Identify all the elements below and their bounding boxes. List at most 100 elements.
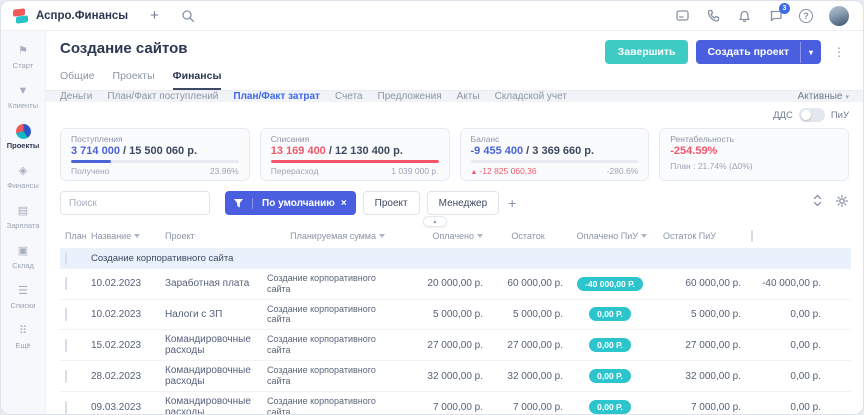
filter-chip-project[interactable]: Проект bbox=[363, 191, 420, 215]
help-icon[interactable]: ? bbox=[799, 9, 813, 23]
cell-project: Создание корпоративного сайта bbox=[262, 330, 390, 361]
table-row[interactable]: 09.03.2023 Командировочные расходы Созда… bbox=[60, 392, 851, 415]
subtab-warehouse[interactable]: Складской учет bbox=[495, 91, 567, 102]
column-header-project[interactable]: Проект bbox=[160, 224, 262, 249]
column-header-rest[interactable]: Остаток bbox=[488, 224, 568, 249]
funnel-icon bbox=[225, 198, 253, 209]
table-row[interactable]: 15.02.2023 Командировочные расходы Созда… bbox=[60, 330, 851, 361]
triangle-up-icon: ▲ bbox=[471, 169, 478, 176]
card-title: Баланс bbox=[471, 134, 639, 144]
cell-paid: 60 000,00 р. bbox=[488, 269, 568, 300]
sidebar-item-icon: ◈ bbox=[19, 164, 27, 179]
row-checkbox[interactable] bbox=[65, 401, 67, 414]
filter-chip-manager[interactable]: Менеджер bbox=[427, 191, 500, 215]
phone-icon[interactable] bbox=[706, 8, 721, 23]
cell-paid: 32 000,00 р. bbox=[488, 361, 568, 392]
card-value: -254.59% bbox=[670, 145, 717, 157]
card-total: / 3 369 660 р. bbox=[526, 145, 594, 157]
sidebar-item-label: Старт bbox=[13, 61, 33, 70]
group-row[interactable]: Создание корпоративного сайта bbox=[60, 249, 851, 269]
sidebar-item-stock[interactable]: ▣ Склад bbox=[2, 239, 45, 276]
collapse-table-button[interactable]: ▴ bbox=[423, 216, 447, 227]
app-logo-icon bbox=[13, 9, 29, 23]
table-row[interactable]: 10.02.2023 Налоги с ЗП Создание корпорат… bbox=[60, 299, 851, 330]
column-header-name[interactable]: Название bbox=[86, 224, 160, 249]
table-settings-gear-icon[interactable] bbox=[835, 194, 849, 213]
column-header-date[interactable]: Плановая дата bbox=[60, 224, 86, 249]
subtab-invoices[interactable]: Счета bbox=[335, 91, 363, 102]
table-header-row: Плановая дата Название Проект Планируема… bbox=[60, 224, 851, 249]
status-filter-dropdown[interactable]: Активные ▾ bbox=[798, 91, 849, 102]
select-all-checkbox[interactable] bbox=[751, 230, 753, 242]
row-checkbox[interactable] bbox=[65, 308, 67, 321]
chevron-down-icon[interactable]: ▾ bbox=[800, 42, 821, 63]
default-filter-label: По умолчанию bbox=[253, 198, 341, 209]
sidebar-item-projects[interactable]: Проекты bbox=[2, 119, 45, 156]
finance-subtabs: Деньги План/Факт поступлений План/Факт з… bbox=[46, 90, 863, 102]
cell-paid-piu: 27 000,00 р. bbox=[652, 330, 746, 361]
tab-general[interactable]: Общие bbox=[60, 70, 95, 90]
bell-icon[interactable] bbox=[737, 8, 752, 23]
group-checkbox[interactable] bbox=[65, 252, 67, 265]
card-expenses: Списания 13 169 400 / 12 130 400 р. Пере… bbox=[260, 128, 450, 181]
column-header-paid-piu[interactable]: Оплачено ПиУ bbox=[568, 224, 652, 249]
sidebar-item-icon: ⚑ bbox=[18, 44, 28, 59]
planfact-table: ▴ Плановая дата Название Проект Планируе… bbox=[60, 224, 849, 415]
card-title: Поступления bbox=[71, 134, 239, 144]
column-header-planned[interactable]: Планируемая сумма bbox=[262, 224, 390, 249]
sidebar-item-label: Склад bbox=[12, 261, 34, 270]
more-menu-button[interactable]: ⋮ bbox=[829, 43, 849, 61]
collapse-rows-icon[interactable] bbox=[812, 194, 823, 212]
row-checkbox[interactable] bbox=[65, 370, 67, 383]
cell-name: Командировочные расходы bbox=[160, 392, 262, 415]
subtab-money[interactable]: Деньги bbox=[60, 91, 92, 102]
column-header-label: Планируемая сумма bbox=[290, 231, 376, 241]
subtab-proposals[interactable]: Предложения bbox=[378, 91, 442, 102]
tab-projects[interactable]: Проекты bbox=[113, 70, 155, 90]
finish-button[interactable]: Завершить bbox=[605, 40, 689, 64]
column-header-paid[interactable]: Оплачено bbox=[390, 224, 488, 249]
table-row[interactable]: 10.02.2023 Заработная плата Создание кор… bbox=[60, 269, 851, 300]
cell-planned: 5 000,00 р. bbox=[390, 299, 488, 330]
cell-paid-piu: 32 000,00 р. bbox=[652, 361, 746, 392]
cell-project: Создание корпоративного сайта bbox=[262, 361, 390, 392]
sidebar-item-icon: ▼ bbox=[18, 84, 29, 99]
rest-badge: -40 000,00 Р. bbox=[577, 277, 643, 291]
toggle-label-piu: ПиУ bbox=[831, 110, 849, 121]
row-checkbox[interactable] bbox=[65, 339, 67, 352]
card-total: / 12 130 400 р. bbox=[329, 145, 403, 157]
subtab-planfact-out[interactable]: План/Факт затрат bbox=[233, 91, 320, 102]
cell-date: 09.03.2023 bbox=[86, 392, 160, 415]
column-header-rest-piu[interactable]: Остаток ПиУ bbox=[652, 224, 746, 249]
cell-project: Создание корпоративного сайта bbox=[262, 269, 390, 300]
search-input[interactable] bbox=[60, 191, 210, 215]
card-title: Списания bbox=[271, 134, 439, 144]
row-checkbox[interactable] bbox=[65, 277, 67, 290]
sidebar-item-more[interactable]: ⠿ Ещё bbox=[2, 319, 45, 356]
notes-icon[interactable] bbox=[675, 8, 690, 23]
subtab-acts[interactable]: Акты bbox=[457, 91, 480, 102]
subtab-planfact-in[interactable]: План/Факт поступлений bbox=[107, 91, 218, 102]
tab-finance[interactable]: Финансы bbox=[173, 70, 222, 90]
table-row[interactable]: 28.02.2023 Командировочные расходы Созда… bbox=[60, 361, 851, 392]
cell-project: Создание корпоративного сайта bbox=[262, 299, 390, 330]
cell-name: Налоги с ЗП bbox=[160, 299, 262, 330]
quick-add-button[interactable]: + bbox=[150, 7, 159, 24]
sidebar-item-finance[interactable]: ◈ Финансы bbox=[2, 159, 45, 196]
chevron-down-icon: ▾ bbox=[845, 93, 849, 101]
close-icon[interactable]: × bbox=[341, 198, 356, 209]
create-project-button[interactable]: Создать проект ▾ bbox=[696, 40, 821, 64]
sidebar-item-lists[interactable]: ☰ Списки bbox=[2, 279, 45, 316]
cell-paid: 5 000,00 р. bbox=[488, 299, 568, 330]
sidebar-item-clients[interactable]: ▼ Клиенты bbox=[2, 79, 45, 116]
default-filter-chip[interactable]: По умолчанию × bbox=[225, 191, 356, 215]
app-title: Аспро.Финансы bbox=[36, 10, 128, 22]
sidebar-item-salary[interactable]: ▤ Зарплата bbox=[2, 199, 45, 236]
dds-piu-toggle[interactable] bbox=[799, 108, 825, 122]
sidebar-item-start[interactable]: ⚑ Старт bbox=[2, 39, 45, 76]
search-icon[interactable] bbox=[181, 9, 195, 23]
sidebar-item-label: Зарплата bbox=[7, 221, 40, 230]
chat-icon[interactable]: 3 bbox=[768, 8, 783, 23]
add-filter-button[interactable]: + bbox=[508, 195, 516, 211]
avatar[interactable] bbox=[829, 6, 849, 26]
